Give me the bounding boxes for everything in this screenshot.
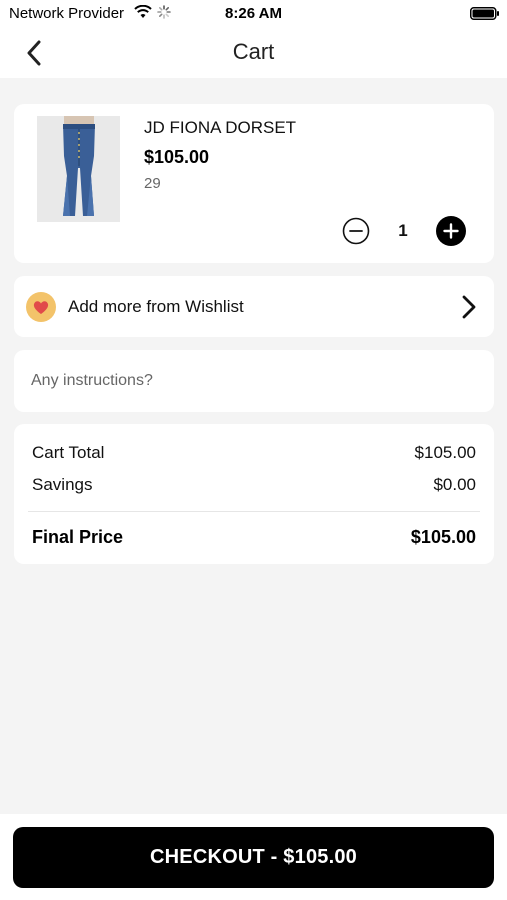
battery-icon — [470, 7, 499, 20]
heart-icon — [26, 292, 56, 322]
checkout-bar: CHECKOUT - $105.00 — [0, 814, 507, 900]
savings-value: $0.00 — [433, 475, 476, 494]
decrease-quantity-button[interactable] — [342, 217, 370, 245]
wishlist-label: Add more from Wishlist — [68, 297, 244, 316]
cart-total-label: Cart Total — [32, 443, 105, 462]
product-name[interactable]: JD FIONA DORSET — [144, 118, 296, 138]
chevron-right-icon — [462, 295, 476, 319]
product-image[interactable] — [37, 116, 120, 222]
quantity-value: 1 — [398, 221, 408, 240]
cart-total-value: $105.00 — [414, 443, 476, 462]
nav-bar: Cart — [0, 28, 507, 78]
savings-label: Savings — [32, 475, 93, 494]
cart-item-card: JD FIONA DORSET $105.00 29 1 — [14, 104, 494, 263]
price-summary-card: Cart Total $105.00 Savings $0.00 Final P… — [14, 424, 494, 564]
checkout-button[interactable]: CHECKOUT - $105.00 — [13, 827, 494, 888]
status-time: 8:26 AM — [225, 5, 282, 22]
product-size: 29 — [144, 175, 161, 192]
final-price-label: Final Price — [32, 527, 124, 547]
instructions-card — [14, 350, 494, 412]
instructions-input[interactable] — [18, 354, 490, 408]
product-price: $105.00 — [144, 147, 210, 167]
status-bar: Network Provider 8:26 AM — [0, 0, 507, 28]
page-title: Cart — [232, 39, 275, 64]
final-price-value: $105.00 — [410, 527, 476, 547]
add-from-wishlist-row[interactable]: Add more from Wishlist — [14, 276, 494, 337]
summary-divider — [28, 511, 480, 512]
increase-quantity-button[interactable] — [436, 216, 466, 246]
